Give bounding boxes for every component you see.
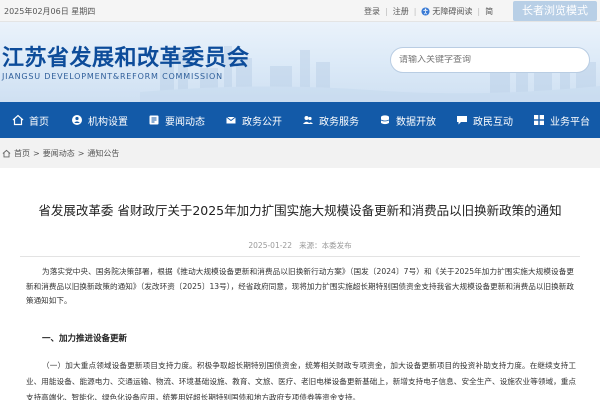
nav-label: 政民互动 [473,116,513,128]
home-icon [12,114,24,126]
news-icon [149,115,159,125]
interact-icon [457,116,467,125]
service-icon [303,116,313,124]
nav-item-home[interactable]: 首页 [0,102,61,138]
open-icon [226,116,236,124]
site-header: 江苏省发展和改革委员会 JIANGSU DEVELOPMENT&REFORM C… [0,22,600,102]
link-separator: | [385,7,388,16]
article-title: 省发展改革委 省财政厅关于2025年加力扩围实施大规模设备更新和消费品以旧换新政… [38,203,562,218]
nav-label: 数据开放 [396,116,436,128]
top-links: 登录 | 注册 | 无障碍阅读 | 简 [364,6,493,17]
nav-item-news[interactable]: 要闻动态 [138,102,215,138]
barrier-free-label: 无障碍阅读 [432,7,473,16]
breadcrumb-item-news[interactable]: 要闻动态 [43,148,75,159]
nav-item-gov-open[interactable]: 政务公开 [215,102,292,138]
article-paragraph: 为落实党中央、国务院决策部署，根据《推动大规模设备更新和消费品以旧换新行动方案》… [26,267,574,305]
section-heading: 一、加力推进设备更新 [42,334,128,344]
article-content: 省发展改革委 省财政厅关于2025年加力扩围实施大规模设备更新和消费品以旧换新政… [0,168,600,400]
accessibility-icon [421,7,430,16]
nav-item-interaction[interactable]: 政民互动 [446,102,523,138]
nav-item-organization[interactable]: 机构设置 [61,102,138,138]
breadcrumb: 首页 > 要闻动态 > 通知公告 [0,138,600,168]
breadcrumb-item-home[interactable]: 首页 [14,148,30,159]
barrier-free-link[interactable]: 无障碍阅读 [421,6,472,17]
login-link[interactable]: 登录 [364,6,380,17]
article-meta: 2025-01-22 来源：本委发布 [0,240,600,251]
link-separator: | [413,7,417,16]
article-date: 2025-01-22 [248,241,292,250]
nav-item-gov-service[interactable]: 政务服务 [292,102,369,138]
search-box[interactable] [390,47,590,73]
article-source: 来源：本委发布 [299,241,352,250]
current-date: 2025年02月06日 星期四 [4,7,96,16]
simplified-chinese-link[interactable]: 简 [485,6,493,17]
nav-label: 要闻动态 [165,116,205,128]
nav-label: 政务公开 [242,116,282,128]
top-utility-bar: 2025年02月06日 星期四 登录 | 注册 | 无障碍阅读 | 简 长者浏览… [0,0,600,22]
main-navigation: 首页 机构设置 要闻动态 政务公开 政务服务 数据开放 政民互动 业务平台 [0,102,600,138]
nav-label: 业务平台 [550,116,590,128]
breadcrumb-separator: > [77,148,85,158]
breadcrumb-separator: > [33,148,40,158]
platform-icon [534,115,544,125]
link-separator: | [477,7,481,16]
home-icon [2,149,11,157]
article-paragraph: （一）加大重点领域设备更新项目支持力度。积极争取超长期特别国债资金，统筹相关财政… [26,361,576,400]
nav-label: 政务服务 [319,116,359,128]
nav-item-platform[interactable]: 业务平台 [523,102,600,138]
elder-mode-button[interactable]: 长者浏览模式 [513,1,597,21]
site-title[interactable]: 江苏省发展和改革委员会 [2,40,250,72]
data-icon [380,115,390,125]
site-subtitle: JIANGSU DEVELOPMENT&REFORM COMMISSION [2,72,223,81]
nav-label: 机构设置 [88,116,128,128]
register-link[interactable]: 注册 [393,6,409,17]
org-icon [72,115,82,125]
divider [20,256,580,257]
search-input[interactable] [399,55,581,65]
nav-label: 首页 [29,116,49,128]
breadcrumb-item-notices[interactable]: 通知公告 [87,148,119,159]
nav-item-data-open[interactable]: 数据开放 [369,102,446,138]
